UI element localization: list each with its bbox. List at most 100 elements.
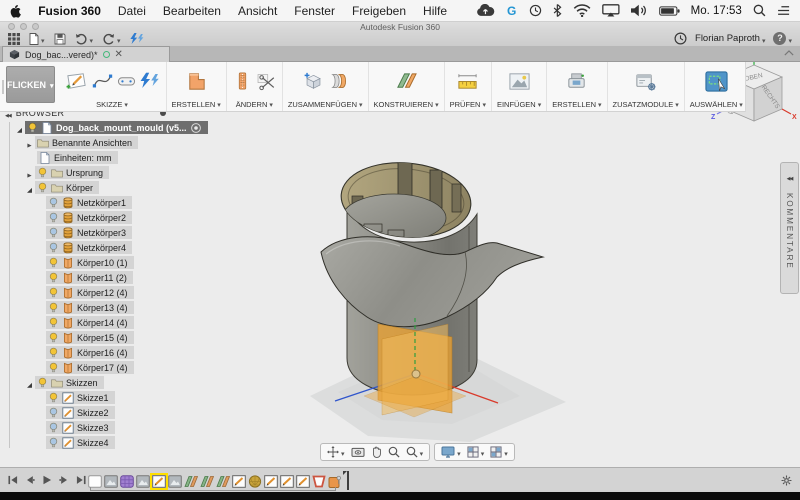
toolbar-drag-handle[interactable] [0,62,4,111]
undo-button[interactable] [75,30,94,48]
visibility-bulb-icon[interactable] [37,377,48,388]
visibility-bulb-icon[interactable] [48,362,59,373]
play-icon[interactable] [42,475,52,485]
visibility-bulb-icon[interactable] [48,227,59,238]
time-machine-icon[interactable] [529,4,542,17]
job-status-icon[interactable] [130,33,145,45]
visibility-bulb-icon[interactable] [37,182,48,193]
display-settings[interactable] [441,443,461,461]
skizze-menu[interactable]: SKIZZE [64,98,161,111]
tree-item-sketch[interactable]: Skizze1 [0,390,172,405]
tree-item-body[interactable]: Körper13 (4) [0,300,172,315]
airplay-display-icon[interactable] [602,4,620,17]
comments-panel-tab[interactable]: KOMMENTARE [780,162,799,294]
activate-component-icon[interactable] [190,122,202,134]
visibility-bulb-icon[interactable] [48,257,59,268]
pan-icon[interactable] [371,446,382,458]
step-back-icon[interactable] [25,475,35,485]
visibility-bulb-icon[interactable] [48,422,59,433]
tree-item-named-views[interactable]: Benannte Ansichten [0,135,172,150]
menu-app-name[interactable]: Fusion 360 [38,4,101,18]
erstellen2-menu[interactable]: ERSTELLEN [552,98,601,111]
menu-freigeben[interactable]: Freigeben [352,4,406,18]
tree-item-sketches-folder[interactable]: Skizzen [0,375,172,390]
save-icon[interactable] [54,33,66,45]
tree-item-sketch[interactable]: Skizze4 [0,435,172,450]
visibility-bulb-icon[interactable] [48,407,59,418]
notification-center-icon[interactable] [777,5,790,16]
wifi-icon[interactable] [573,4,591,17]
aendern-menu[interactable]: ÄNDERN [232,98,277,111]
visibility-bulb-icon[interactable] [48,287,59,298]
visibility-bulb-icon[interactable] [48,332,59,343]
insert-image-icon[interactable] [507,70,532,93]
zoom-icon[interactable] [388,446,400,458]
visibility-bulb-icon[interactable] [48,437,59,448]
volume-icon[interactable] [631,4,648,17]
bluetooth-icon[interactable] [553,4,562,17]
orbit-tool[interactable] [327,443,345,461]
make-3dprint-icon[interactable] [564,70,589,93]
visibility-bulb-icon[interactable] [48,392,59,403]
close-tab-icon[interactable]: ✕ [115,50,123,60]
konstruieren-menu[interactable]: KONSTRUIEREN [374,98,439,111]
tree-item-body[interactable]: Körper15 (4) [0,330,172,345]
upload-cloud-icon[interactable] [476,4,495,17]
create-form-icon[interactable] [184,70,209,93]
construction-plane-icon[interactable] [394,70,419,93]
merge-zipper-icon[interactable] [232,71,253,91]
tree-item-bodies-folder[interactable]: Körper [0,180,172,195]
zusatzmodule-menu[interactable]: ZUSATZMODULE [613,98,679,111]
sketch-bolt-icon[interactable] [140,71,161,91]
help-menu[interactable]: ? [773,30,792,48]
tree-item-meshbody[interactable]: Netzkörper2 [0,210,172,225]
expander-icon[interactable] [24,179,35,197]
tree-item-meshbody[interactable]: Netzkörper4 [0,240,172,255]
workspace-selector[interactable]: FLICKEN [6,66,55,103]
go-to-end-icon[interactable] [76,475,86,485]
create-sketch-icon[interactable] [64,70,89,93]
visibility-bulb-icon[interactable] [48,197,59,208]
zoom-window-tool[interactable] [406,443,424,461]
data-panel-icon[interactable] [8,33,20,45]
tree-item-meshbody[interactable]: Netzkörper1 [0,195,172,210]
collapse-toolbar-icon[interactable] [784,50,794,56]
pruefen-menu[interactable]: PRÜFEN [450,98,486,111]
visibility-bulb-icon[interactable] [48,272,59,283]
menu-bearbeiten[interactable]: Bearbeiten [163,4,221,18]
tree-item-sketch[interactable]: Skizze3 [0,420,172,435]
grid-settings[interactable] [467,443,485,461]
tree-item-sketch[interactable]: Skizze2 [0,405,172,420]
join-icon[interactable] [327,71,348,91]
select-tool-icon[interactable] [704,70,729,93]
viewports[interactable] [490,443,508,461]
tree-item-body[interactable]: Körper10 (1) [0,255,172,270]
trim-scissors-icon[interactable] [256,71,277,91]
job-history-clock-icon[interactable] [674,32,687,45]
visibility-bulb-icon[interactable] [37,167,48,178]
tree-item-body[interactable]: Körper16 (4) [0,345,172,360]
menu-fenster[interactable]: Fenster [294,4,335,18]
document-tab[interactable]: Dog_bac...vered)* ✕ [2,46,170,62]
addins-icon[interactable] [633,70,658,93]
visibility-bulb-icon[interactable] [48,317,59,328]
look-at-icon[interactable] [351,446,365,458]
expand-comments-icon[interactable] [787,167,793,185]
step-forward-icon[interactable] [59,475,69,485]
logitech-g-icon[interactable]: G [506,4,518,17]
visibility-bulb-icon[interactable] [48,242,59,253]
file-menu-button[interactable] [29,30,45,48]
visibility-bulb-icon[interactable] [48,212,59,223]
tree-item-body[interactable]: Körper11 (2) [0,270,172,285]
menu-datei[interactable]: Datei [118,4,146,18]
redo-button[interactable] [102,30,121,48]
measure-icon[interactable] [455,70,480,93]
tree-item-body[interactable]: Körper12 (4) [0,285,172,300]
timeline-playhead[interactable] [347,471,349,490]
battery-icon[interactable] [659,6,680,16]
expander-icon[interactable] [24,134,35,152]
spotlight-search-icon[interactable] [753,4,766,17]
zusammenfuegen-menu[interactable]: ZUSAMMENFÜGEN [288,98,363,111]
menu-ansicht[interactable]: Ansicht [238,4,277,18]
visibility-bulb-icon[interactable] [27,122,38,133]
